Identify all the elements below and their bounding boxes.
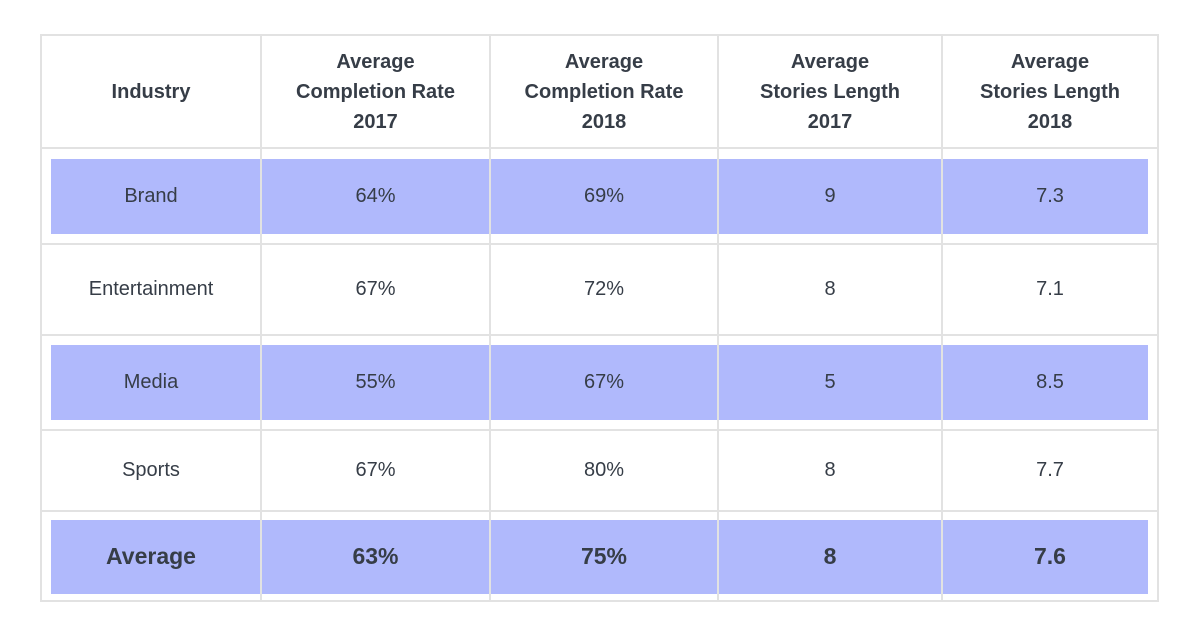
header-line: 2017 bbox=[353, 110, 398, 133]
cell-stories-length-2017: 8 bbox=[824, 278, 836, 300]
header-stories-length-2017: Average Stories Length 2017 bbox=[719, 36, 941, 147]
cell-stories-length-2018: 7.7 bbox=[1036, 459, 1064, 481]
cell-stories-length-2018: 7.3 bbox=[1036, 184, 1064, 207]
cell-stories-length-2017: 8 bbox=[824, 459, 836, 481]
header-line: Average bbox=[564, 50, 644, 73]
header-line: Average bbox=[1010, 50, 1090, 73]
header-industry-label: Industry bbox=[111, 80, 191, 103]
cell-industry: Sports bbox=[122, 459, 180, 481]
cell-completion-rate-2017: 63% bbox=[352, 542, 399, 569]
cell-stories-length-2018: 8.5 bbox=[1036, 371, 1064, 393]
header-completion-rate-2017: Average Completion Rate 2017 bbox=[262, 36, 489, 147]
cell-industry: Average bbox=[106, 542, 196, 569]
header-line: 2017 bbox=[807, 110, 853, 133]
cell-completion-rate-2018: 75% bbox=[580, 542, 628, 569]
header-line: Average bbox=[790, 50, 870, 73]
cell-completion-rate-2018: 69% bbox=[583, 184, 625, 207]
cell-completion-rate-2017: 67% bbox=[355, 459, 396, 481]
cell-completion-rate-2017: 64% bbox=[355, 184, 396, 207]
cell-completion-rate-2018: 67% bbox=[583, 371, 625, 393]
header-line: Stories Length bbox=[759, 80, 900, 103]
cell-industry: Entertainment bbox=[88, 278, 214, 300]
header-line: Average bbox=[336, 50, 415, 73]
header-line: 2018 bbox=[581, 110, 627, 133]
header-line: Stories Length bbox=[979, 80, 1120, 103]
cell-stories-length-2017: 9 bbox=[824, 184, 836, 207]
cell-stories-length-2018: 7.6 bbox=[1034, 542, 1066, 569]
cell-completion-rate-2017: 55% bbox=[355, 371, 396, 393]
cell-completion-rate-2017: 67% bbox=[355, 278, 396, 300]
header-stories-length-2018: Average Stories Length 2018 bbox=[943, 36, 1157, 147]
cell-stories-length-2017: 5 bbox=[824, 371, 836, 393]
cell-completion-rate-2018: 72% bbox=[583, 278, 625, 300]
header-line: 2018 bbox=[1027, 110, 1073, 133]
header-industry: Industry bbox=[42, 36, 260, 147]
cell-stories-length-2018: 7.1 bbox=[1036, 278, 1064, 300]
header-line: Completion Rate bbox=[524, 80, 684, 103]
cell-completion-rate-2018: 80% bbox=[583, 459, 625, 481]
cell-industry: Media bbox=[123, 371, 179, 393]
cell-industry: Brand bbox=[124, 184, 178, 207]
cell-stories-length-2017: 8 bbox=[823, 542, 837, 569]
header-line: Completion Rate bbox=[296, 80, 455, 103]
header-completion-rate-2018: Average Completion Rate 2018 bbox=[491, 36, 717, 147]
